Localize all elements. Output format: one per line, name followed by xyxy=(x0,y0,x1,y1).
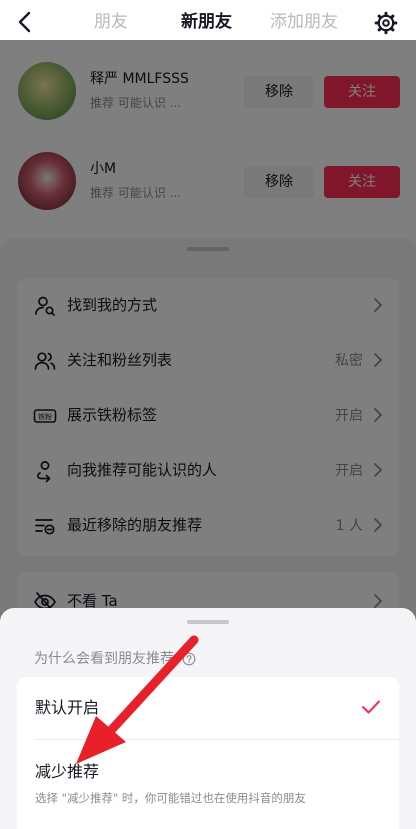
help-icon[interactable] xyxy=(182,652,196,666)
option-reduce-label: 减少推荐 xyxy=(35,762,100,781)
top-navigation: 朋友 新朋友 添加朋友 xyxy=(0,0,416,44)
option-reduce-recommend[interactable]: 减少推荐 选择 "减少推荐" 时，你可能错过也在使用抖音的朋友 xyxy=(17,740,399,829)
checkmark-icon xyxy=(362,700,380,714)
recommendation-bottom-sheet: 为什么会看到朋友推荐 默认开启 减少推荐 选择 "减少推荐" 时，你可能错过也在… xyxy=(0,608,416,829)
drag-handle[interactable] xyxy=(187,620,229,624)
option-reduce-description: 选择 "减少推荐" 时，你可能错过也在使用抖音的朋友 xyxy=(35,791,306,805)
option-list: 默认开启 减少推荐 选择 "减少推荐" 时，你可能错过也在使用抖音的朋友 xyxy=(17,677,399,829)
tab-new-friends[interactable]: 新朋友 xyxy=(181,11,232,33)
option-default-label: 默认开启 xyxy=(35,698,100,717)
why-recommend-label: 为什么会看到朋友推荐 xyxy=(34,651,174,667)
tab-friends[interactable]: 朋友 xyxy=(94,11,128,33)
back-arrow-icon[interactable] xyxy=(14,10,36,34)
gear-icon[interactable] xyxy=(374,11,398,35)
tab-add-friends[interactable]: 添加朋友 xyxy=(270,11,338,33)
option-default-on[interactable]: 默认开启 xyxy=(17,677,399,739)
